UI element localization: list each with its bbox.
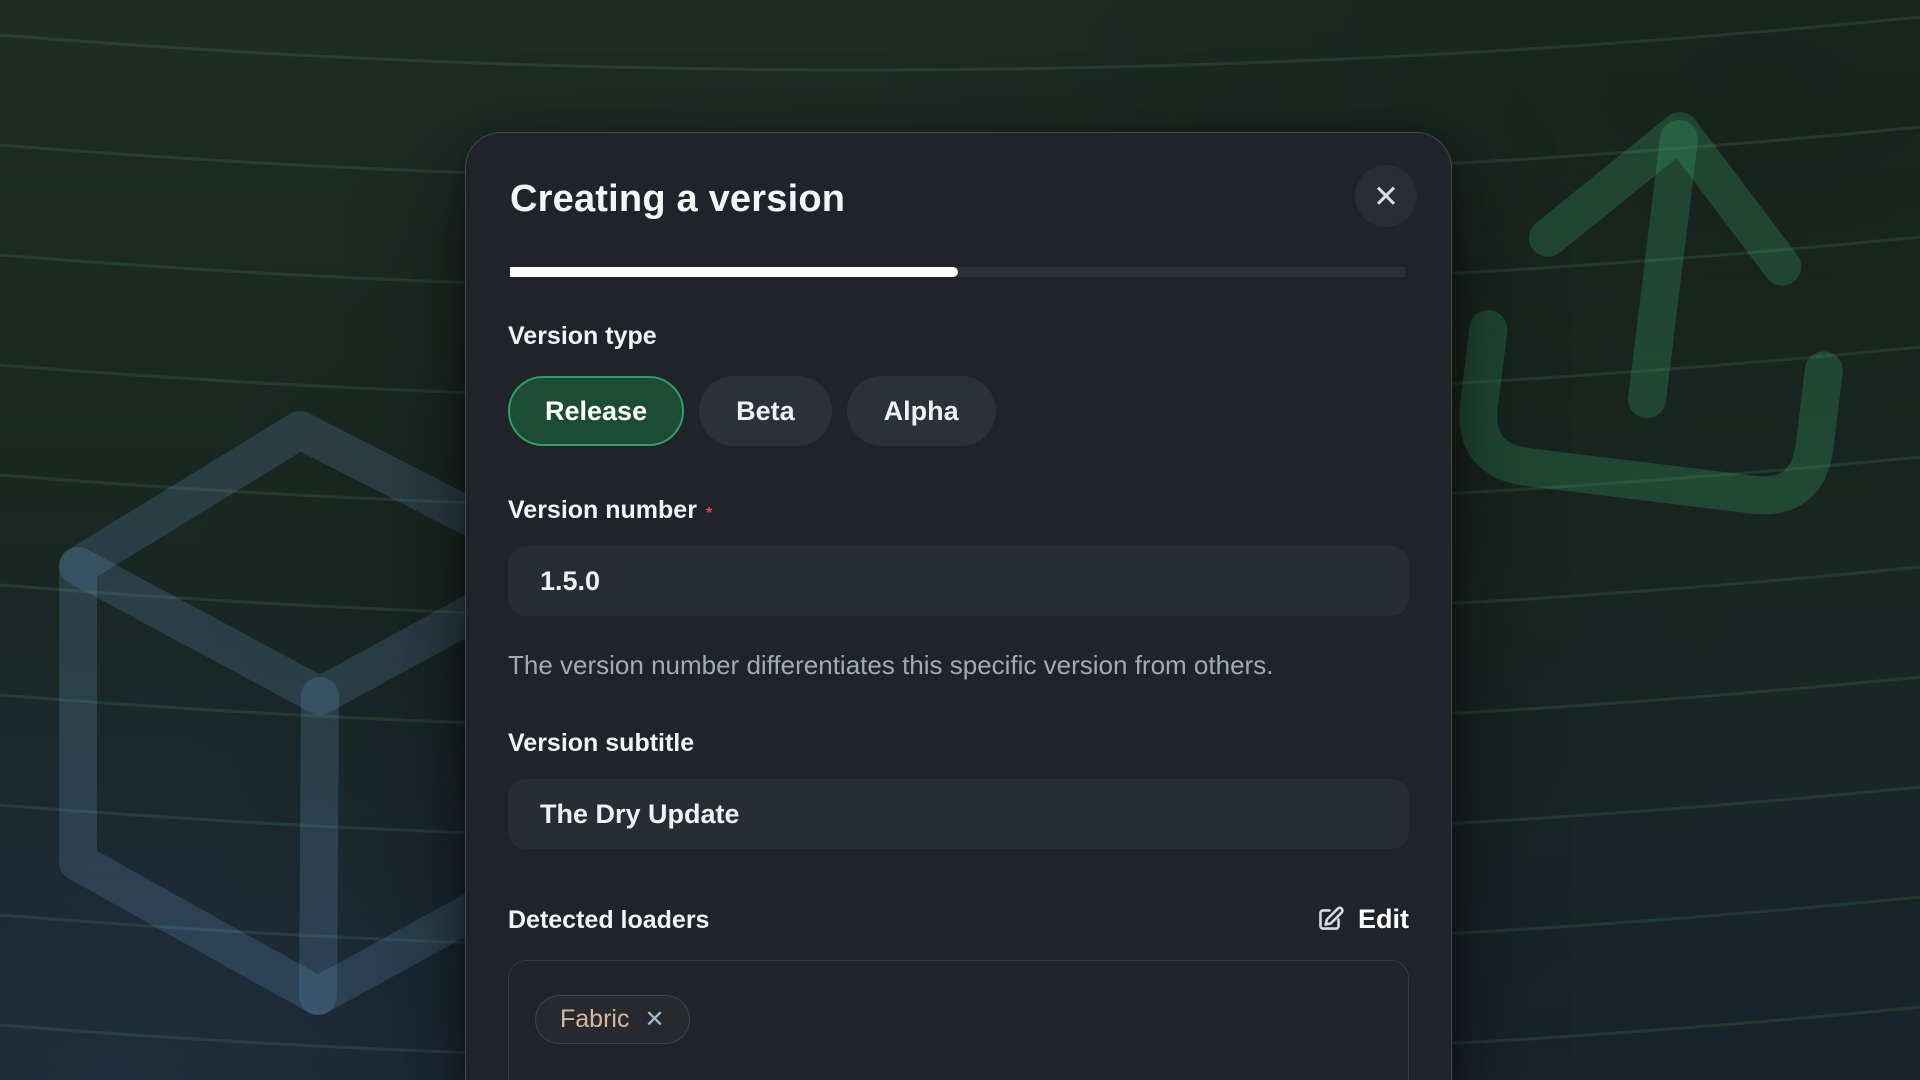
detected-loaders-label: Detected loaders	[508, 907, 709, 933]
required-asterisk: *	[706, 505, 712, 522]
loader-chip-label: Fabric	[560, 1005, 629, 1034]
version-type-label: Version type	[508, 323, 1409, 349]
version-type-alpha-button[interactable]: Alpha	[847, 376, 996, 446]
upload-arrow-icon	[1472, 111, 1850, 502]
detected-loaders-box: Fabric ✕	[508, 960, 1409, 1080]
page-background: { "colors": { "brand_green_border": "#2f…	[0, 0, 1920, 1080]
version-type-options: Release Beta Alpha	[508, 376, 1409, 446]
remove-loader-icon[interactable]: ✕	[644, 1008, 664, 1032]
modal-header: Creating a version ✕	[466, 133, 1451, 277]
version-subtitle-input[interactable]	[508, 779, 1409, 849]
close-icon: ✕	[1373, 181, 1399, 212]
edit-loaders-button[interactable]: Edit	[1314, 904, 1409, 935]
loader-chip-fabric: Fabric ✕	[535, 995, 690, 1044]
version-subtitle-label: Version subtitle	[508, 729, 694, 757]
version-subtitle-section: Version subtitle	[508, 730, 1409, 849]
progress-track	[510, 267, 1405, 277]
version-type-beta-button[interactable]: Beta	[699, 376, 832, 446]
modal-body: Version type Release Beta Alpha Version …	[466, 277, 1451, 1080]
version-number-helper: The version number differentiates this s…	[508, 646, 1388, 684]
version-number-section: Version number * The version number diffe…	[508, 497, 1409, 684]
version-number-input[interactable]	[508, 546, 1409, 616]
create-version-modal: Creating a version ✕ Version type Releas…	[465, 132, 1452, 1080]
version-type-release-button[interactable]: Release	[508, 376, 684, 446]
edit-pencil-icon	[1314, 904, 1345, 935]
edit-label: Edit	[1358, 904, 1409, 935]
version-number-label: Version number	[508, 496, 697, 524]
progress-fill	[510, 267, 958, 277]
detected-loaders-row: Detected loaders Edit	[508, 904, 1409, 935]
modal-title: Creating a version	[510, 177, 1405, 221]
close-button[interactable]: ✕	[1355, 165, 1417, 227]
